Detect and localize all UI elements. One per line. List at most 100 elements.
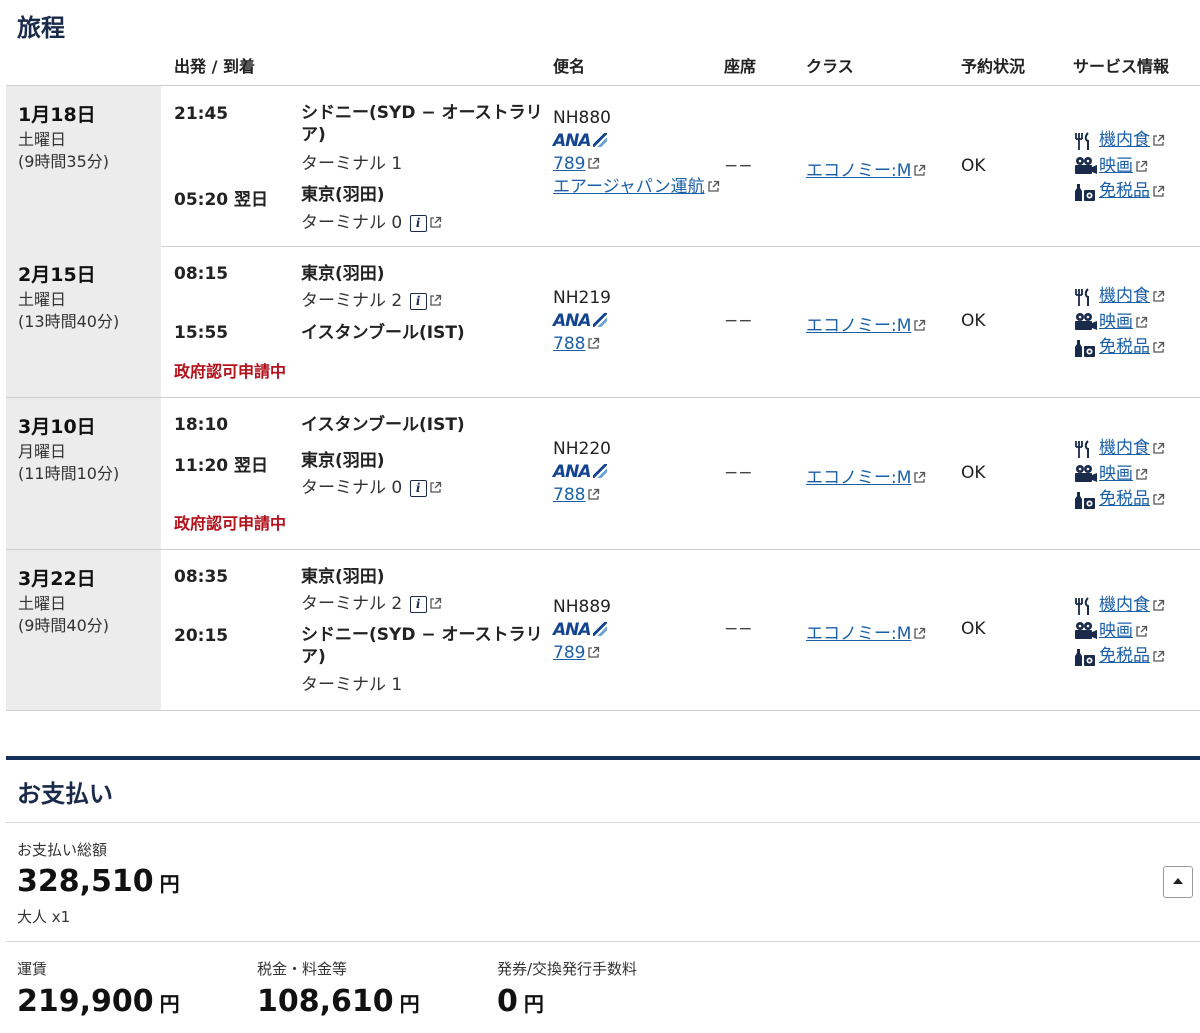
header-class: クラス bbox=[806, 57, 854, 76]
flight-duration: (13時間40分) bbox=[18, 312, 120, 331]
arrival-terminal: ターミナル 0 bbox=[301, 213, 403, 233]
government-approval-note: 政府認可申請中 bbox=[174, 514, 287, 533]
ana-logo: ANA bbox=[553, 311, 607, 331]
arrival-time: 11:20 翌日 bbox=[174, 456, 269, 476]
flight-number: NH889 bbox=[553, 597, 611, 617]
fare-label: 運賃 bbox=[17, 960, 48, 978]
flight-duration: (9時間40分) bbox=[18, 616, 110, 635]
payment-title: お支払い bbox=[17, 780, 113, 808]
class-link[interactable]: エコノミー:M bbox=[806, 161, 911, 181]
external-link-icon bbox=[587, 157, 600, 170]
flight-row: 2月15日 土曜日 (13時間40分) 08:15 東京(羽田) ターミナル 2… bbox=[6, 246, 1200, 398]
external-link-icon bbox=[1135, 316, 1148, 329]
currency-unit: 円 bbox=[399, 992, 420, 1016]
flight-duration: (11時間10分) bbox=[18, 464, 120, 483]
class-link[interactable]: エコノミー:M bbox=[806, 468, 911, 488]
movie-link[interactable]: 映画 bbox=[1099, 154, 1133, 180]
external-link-icon bbox=[1152, 290, 1165, 303]
meal-link[interactable]: 機内食 bbox=[1099, 593, 1150, 619]
flight-date: 3月10日 bbox=[18, 416, 96, 438]
government-approval-note: 政府認可申請中 bbox=[174, 362, 287, 381]
external-link-icon bbox=[429, 294, 442, 307]
info-icon[interactable]: i bbox=[409, 596, 427, 613]
dutyfree-link[interactable]: 免税品 bbox=[1099, 179, 1150, 205]
flight-info: NH889 ANA 789 bbox=[553, 596, 723, 665]
ana-logo-mark-icon bbox=[592, 622, 607, 636]
meal-link[interactable]: 機内食 bbox=[1099, 284, 1150, 310]
external-link-icon bbox=[1152, 134, 1165, 147]
passenger-count: 大人 x1 bbox=[17, 908, 71, 926]
external-link-icon bbox=[707, 180, 720, 193]
arrival-terminal-line: ターミナル 0 i bbox=[301, 208, 442, 233]
dutyfree-link[interactable]: 免税品 bbox=[1099, 644, 1150, 670]
movie-link[interactable]: 映画 bbox=[1099, 310, 1133, 336]
ana-logo-mark-icon bbox=[592, 133, 607, 147]
total-amount: 328,510 円 bbox=[17, 864, 180, 899]
seat-value: −− bbox=[724, 311, 753, 331]
external-link-icon bbox=[587, 337, 600, 350]
meal-link[interactable]: 機内食 bbox=[1099, 436, 1150, 462]
airline-logo-text: ANA bbox=[553, 462, 592, 482]
tax-label: 税金・料金等 bbox=[257, 960, 348, 978]
info-icon[interactable]: i bbox=[409, 215, 427, 232]
aircraft-link[interactable]: 788 bbox=[553, 485, 585, 505]
info-icon[interactable]: i bbox=[409, 480, 427, 497]
airline-logo-text: ANA bbox=[553, 311, 592, 331]
departure-terminal: ターミナル 2 bbox=[301, 594, 403, 614]
fare-value: 219,900 bbox=[17, 984, 154, 1019]
header-seat: 座席 bbox=[724, 57, 757, 76]
currency-unit: 円 bbox=[159, 872, 180, 896]
departure-time: 18:10 bbox=[174, 415, 229, 435]
arrival-time: 15:55 bbox=[174, 323, 229, 343]
ana-logo-mark-icon bbox=[592, 464, 607, 478]
aircraft-link[interactable]: 789 bbox=[553, 154, 585, 174]
external-link-icon bbox=[1152, 493, 1165, 506]
airline-logo-text: ANA bbox=[553, 131, 592, 151]
currency-unit: 円 bbox=[523, 992, 544, 1016]
ana-logo: ANA bbox=[553, 131, 607, 151]
header-departure-arrival: 出発 / 到着 bbox=[174, 57, 255, 76]
flight-duration: (9時間35分) bbox=[18, 152, 110, 171]
arrival-airport: シドニー(SYD − オーストラリア) bbox=[301, 625, 543, 667]
flight-number: NH219 bbox=[553, 288, 611, 308]
dutyfree-link[interactable]: 免税品 bbox=[1099, 335, 1150, 361]
ana-logo: ANA bbox=[553, 462, 607, 482]
info-icon[interactable]: i bbox=[409, 293, 427, 310]
total-label: お支払い総額 bbox=[17, 841, 108, 859]
flight-date: 2月15日 bbox=[18, 264, 96, 286]
departure-terminal-line: ターミナル 2 i bbox=[301, 286, 442, 311]
departure-airport: イスタンブール(IST) bbox=[301, 415, 465, 435]
operator-link[interactable]: エアージャパン運航 bbox=[553, 177, 705, 197]
aircraft-link[interactable]: 789 bbox=[553, 643, 585, 663]
header-flight: 便名 bbox=[553, 57, 586, 76]
flight-weekday: 土曜日 bbox=[18, 594, 67, 613]
total-value: 328,510 bbox=[17, 864, 154, 899]
external-link-icon bbox=[429, 216, 442, 229]
fork-knife-icon bbox=[1072, 596, 1099, 616]
flight-row: 3月10日 月曜日 (11時間10分) 18:10 イスタンブール(IST) 1… bbox=[6, 398, 1200, 550]
flight-number: NH220 bbox=[553, 439, 611, 459]
flight-number: NH880 bbox=[553, 108, 611, 128]
movie-link[interactable]: 映画 bbox=[1099, 619, 1133, 645]
arrival-terminal: ターミナル 1 bbox=[301, 675, 403, 695]
departure-terminal: ターミナル 2 bbox=[301, 291, 403, 311]
departure-airport: シドニー(SYD − オーストラリア) bbox=[301, 103, 543, 145]
departure-time: 08:35 bbox=[174, 567, 229, 587]
flight-row: 1月18日 土曜日 (9時間35分) 21:45 シドニー(SYD − オースト… bbox=[6, 85, 1200, 247]
divider bbox=[6, 941, 1200, 942]
fork-knife-icon bbox=[1072, 131, 1099, 151]
departure-airport: 東京(羽田) bbox=[301, 567, 385, 587]
meal-link[interactable]: 機内食 bbox=[1099, 128, 1150, 154]
fare-amount: 219,900 円 bbox=[17, 984, 180, 1019]
movie-link[interactable]: 映画 bbox=[1099, 462, 1133, 488]
class-link[interactable]: エコノミー:M bbox=[806, 316, 911, 336]
aircraft-link[interactable]: 788 bbox=[553, 334, 585, 354]
ana-logo: ANA bbox=[553, 620, 607, 640]
payment-divider bbox=[6, 756, 1200, 760]
external-link-icon bbox=[1152, 341, 1165, 354]
class-link[interactable]: エコノミー:M bbox=[806, 624, 911, 644]
collapse-button[interactable] bbox=[1163, 866, 1193, 898]
arrival-airport: イスタンブール(IST) bbox=[301, 323, 465, 343]
dutyfree-link[interactable]: 免税品 bbox=[1099, 487, 1150, 513]
currency-unit: 円 bbox=[159, 992, 180, 1016]
